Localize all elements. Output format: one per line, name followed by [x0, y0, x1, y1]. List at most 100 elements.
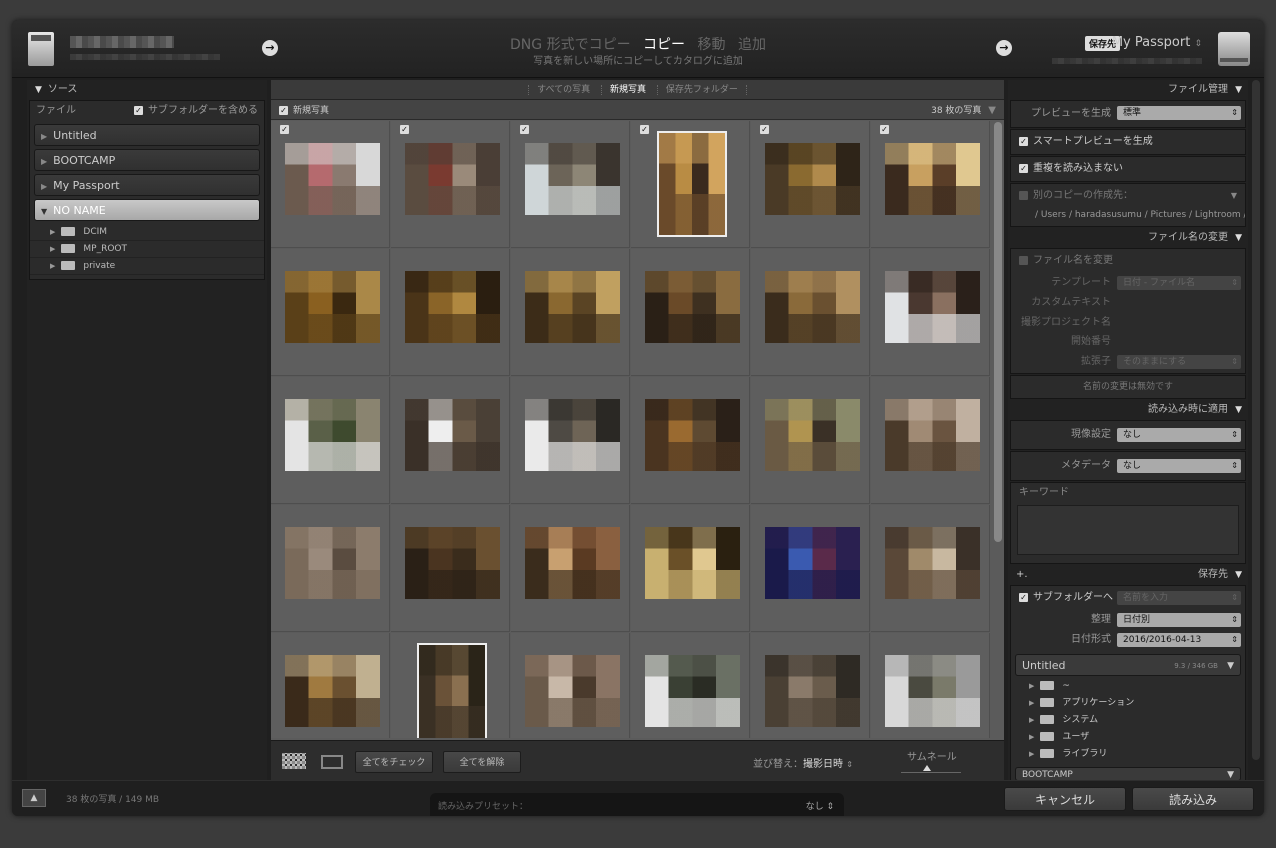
folder-mp-root[interactable]: ▶ MP_ROOT [30, 241, 264, 258]
apply-header[interactable]: 読み込み時に適用 [1008, 400, 1248, 420]
collapse-triangle-icon[interactable]: ▼ [41, 207, 47, 216]
cancel-button[interactable]: キャンセル [1004, 787, 1126, 811]
checkbox-checked-icon[interactable]: ✓ [880, 125, 889, 134]
photo-cell[interactable]: ✓ [511, 121, 630, 248]
develop-select[interactable]: なし [1117, 428, 1241, 442]
expand-triangle-icon[interactable]: ▶ [1029, 750, 1034, 758]
photo-thumbnail[interactable] [645, 655, 740, 727]
photo-thumbnail[interactable] [525, 271, 620, 343]
photo-thumbnail[interactable] [765, 527, 860, 599]
photo-thumbnail[interactable] [405, 271, 500, 343]
grid-scrollbar[interactable] [994, 122, 1002, 542]
photo-thumbnail[interactable] [765, 399, 860, 471]
photo-cell[interactable]: ✓ [391, 121, 510, 248]
expand-triangle-icon[interactable]: ▶ [1029, 699, 1034, 707]
photo-cell[interactable] [391, 505, 510, 632]
tab-new-photos[interactable]: 新規写真 [600, 85, 654, 95]
subfolder-checkbox[interactable]: ✓ サブフォルダーへ [1019, 586, 1113, 610]
template-select[interactable]: 日付 - ファイル名 [1117, 276, 1241, 290]
photo-cell[interactable]: ✓ [631, 121, 750, 248]
preset-select[interactable]: なし ⇕ [806, 799, 834, 812]
photo-cell[interactable] [751, 377, 870, 504]
photo-cell[interactable] [871, 505, 990, 632]
check-all-button[interactable]: 全てをチェック [355, 751, 433, 773]
checkbox-checked-icon[interactable]: ✓ [1019, 163, 1028, 173]
photo-thumbnail[interactable] [645, 271, 740, 343]
photo-thumbnail[interactable] [525, 527, 620, 599]
photo-thumbnail[interactable] [765, 143, 860, 215]
collapse-triangle-icon[interactable]: ▼ [35, 85, 42, 95]
photo-thumbnail[interactable] [525, 143, 620, 215]
sort-control[interactable]: 並び替え：撮影日時 ⇕ [753, 755, 853, 770]
add-folder-button[interactable]: +. [1016, 565, 1028, 585]
checkbox-unchecked-icon[interactable]: ✓ [1019, 255, 1028, 265]
photo-thumbnail[interactable] [525, 399, 620, 471]
extension-select[interactable]: そのままにする [1117, 355, 1241, 369]
expand-up-icon[interactable]: ▲ [22, 789, 46, 807]
photo-thumbnail[interactable] [285, 399, 380, 471]
checkbox-checked-icon[interactable]: ✓ [280, 125, 289, 134]
folder-dcim[interactable]: ▶ DCIM [30, 224, 264, 241]
photo-cell[interactable]: ✓ [271, 121, 390, 248]
hard-drive-icon[interactable] [1218, 32, 1250, 66]
dest-arrow-icon[interactable]: → [996, 40, 1012, 56]
checkbox-unchecked-icon[interactable]: ✓ [1019, 190, 1028, 200]
dest-folder-applications[interactable]: ▶ アプリケーション [1011, 695, 1245, 712]
expand-triangle-icon[interactable]: ▶ [41, 157, 47, 166]
photo-thumbnail[interactable] [885, 527, 980, 599]
thumbnail-slider-handle[interactable] [923, 765, 931, 771]
photo-thumbnail[interactable] [405, 399, 500, 471]
photo-thumbnail[interactable] [645, 527, 740, 599]
photo-thumbnail[interactable] [765, 271, 860, 343]
rename-header[interactable]: ファイル名の変更 [1008, 228, 1248, 248]
dest-folder-home[interactable]: ▶ ~ [1011, 678, 1245, 695]
photo-thumbnail[interactable] [417, 643, 487, 738]
dest-folder-users[interactable]: ▶ ユーザ [1011, 729, 1245, 746]
photo-cell[interactable] [391, 249, 510, 376]
photo-cell[interactable] [511, 633, 630, 738]
dest-folder-system[interactable]: ▶ システム [1011, 712, 1245, 729]
photo-thumbnail[interactable] [405, 527, 500, 599]
mode-move[interactable]: 移動 [698, 37, 726, 53]
expand-triangle-icon[interactable]: ▶ [41, 132, 47, 141]
expand-triangle-icon[interactable]: ▶ [50, 228, 55, 236]
rename-row[interactable]: ✓ファイル名を変更 [1011, 249, 1245, 273]
keyword-input[interactable] [1017, 505, 1239, 555]
expand-triangle-icon[interactable]: ▶ [50, 262, 55, 270]
checkbox-checked-icon[interactable]: ✓ [1019, 136, 1028, 146]
volume-no-name[interactable]: ▼ NO NAME [34, 199, 260, 221]
uncheck-all-button[interactable]: 全てを解除 [443, 751, 521, 773]
photo-thumbnail[interactable] [285, 655, 380, 727]
photo-thumbnail[interactable] [285, 271, 380, 343]
expand-triangle-icon[interactable]: ▶ [41, 182, 47, 191]
photo-cell[interactable] [751, 633, 870, 738]
tab-dest-folders[interactable]: 保存先フォルダー [656, 85, 747, 95]
photo-cell[interactable] [511, 249, 630, 376]
expand-triangle-icon[interactable]: ▶ [1029, 716, 1034, 724]
checkbox-checked-icon[interactable]: ✓ [1019, 592, 1028, 602]
no-duplicates-row[interactable]: ✓ 重複を読み込まない [1011, 157, 1245, 181]
photo-thumbnail[interactable] [285, 143, 380, 215]
mode-copy[interactable]: コピー [643, 37, 685, 53]
destination-header[interactable]: +. 保存先 [1008, 565, 1248, 585]
photo-cell[interactable] [511, 505, 630, 632]
photo-thumbnail[interactable] [885, 143, 980, 215]
second-copy-row[interactable]: ✓別のコピーの作成先：▼ [1011, 184, 1245, 208]
dest-name[interactable]: My Passport ⇕ [1112, 35, 1202, 50]
photo-cell[interactable] [511, 377, 630, 504]
mode-add[interactable]: 追加 [738, 37, 766, 53]
photo-thumbnail[interactable] [765, 655, 860, 727]
photo-thumbnail[interactable] [645, 399, 740, 471]
checkbox-checked-icon[interactable]: ✓ [520, 125, 529, 134]
dest-volume-untitled[interactable]: Untitled 9.3 / 346 GB [1015, 654, 1241, 677]
file-handling-header[interactable]: ファイル管理 [1008, 80, 1248, 100]
checkbox-checked-icon[interactable]: ✓ [400, 125, 409, 134]
metadata-select[interactable]: なし [1117, 459, 1241, 473]
volume-my-passport[interactable]: ▶ My Passport [34, 174, 260, 196]
dest-folder-library[interactable]: ▶ ライブラリ [1011, 746, 1245, 763]
checkbox-checked-icon[interactable]: ✓ [760, 125, 769, 134]
photo-cell[interactable] [871, 377, 990, 504]
photo-thumbnail[interactable] [405, 143, 500, 215]
subfolder-name-input[interactable]: 名前を入力 [1117, 591, 1241, 605]
checkbox-checked-icon[interactable]: ✓ [134, 105, 143, 115]
